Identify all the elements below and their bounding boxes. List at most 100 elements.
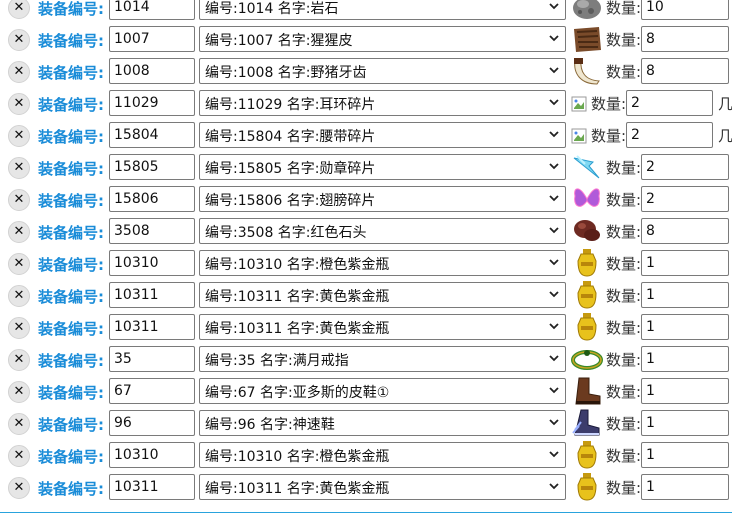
remove-row-button[interactable]: ✕ (8, 61, 30, 83)
equipment-id-input[interactable] (109, 26, 195, 52)
quantity-label: 数量: (606, 319, 642, 337)
equipment-select[interactable]: 编号:10310 名字:橙色紫金瓶 (199, 442, 566, 468)
chevron-down-icon (547, 319, 561, 333)
equipment-select[interactable]: 编号:35 名字:满月戒指 (199, 346, 566, 372)
equipment-id-input[interactable] (109, 346, 195, 372)
equipment-select[interactable]: 编号:96 名字:神速鞋 (199, 410, 566, 436)
remove-row-button[interactable]: ✕ (8, 285, 30, 307)
equipment-select[interactable]: 编号:10311 名字:黄色紫金瓶 (199, 314, 566, 340)
equipment-id-input[interactable] (109, 218, 195, 244)
equipment-select[interactable]: 编号:3508 名字:红色石头 (199, 218, 566, 244)
remove-row-button[interactable]: ✕ (8, 157, 30, 179)
equipment-select-value: 编号:3508 名字:红色石头 (205, 225, 367, 241)
equipment-select[interactable]: 编号:10310 名字:橙色紫金瓶 (199, 250, 566, 276)
quantity-input[interactable] (626, 90, 713, 116)
remove-row-button[interactable]: ✕ (8, 253, 30, 275)
quantity-input[interactable] (641, 0, 729, 20)
equipment-select[interactable]: 编号:15806 名字:翅膀碎片 (199, 186, 566, 212)
equipment-select-value: 编号:10311 名字:黄色紫金瓶 (205, 321, 390, 337)
quantity-label: 数量: (606, 31, 642, 49)
equipment-id-label: 装备编号: (38, 384, 104, 402)
quantity-input[interactable] (641, 282, 729, 308)
equipment-id-input[interactable] (109, 474, 195, 500)
chevron-down-icon (547, 255, 561, 269)
quantity-input[interactable] (641, 250, 729, 276)
equipment-id-label: 装备编号: (38, 256, 104, 274)
equipment-id-label: 装备编号: (38, 224, 104, 242)
equipment-id-input[interactable] (109, 282, 195, 308)
remove-row-button[interactable]: ✕ (8, 125, 30, 147)
remove-row-button[interactable]: ✕ (8, 445, 30, 467)
equipment-id-input[interactable] (109, 58, 195, 84)
quantity-input[interactable] (641, 154, 729, 180)
equipment-select[interactable]: 编号:1014 名字:岩石 (199, 0, 566, 20)
equipment-id-input[interactable] (109, 154, 195, 180)
equipment-id-input[interactable] (109, 0, 195, 20)
chevron-down-icon (547, 223, 561, 237)
quantity-input[interactable] (641, 378, 729, 404)
remove-row-button[interactable]: ✕ (8, 317, 30, 339)
broken-image-icon (571, 96, 587, 112)
equipment-select[interactable]: 编号:11029 名字:耳环碎片 (199, 90, 566, 116)
equipment-row: ✕ 装备编号: 编号:1014 名字:岩石 数量: (0, 0, 732, 21)
quantity-label: 数量: (606, 223, 642, 241)
remove-row-button[interactable]: ✕ (8, 0, 30, 19)
equipment-id-input[interactable] (109, 250, 195, 276)
quantity-input[interactable] (641, 442, 729, 468)
quantity-label: 数量: (606, 351, 642, 369)
remove-row-button[interactable]: ✕ (8, 221, 30, 243)
equipment-select[interactable]: 编号:15805 名字:勋章碎片 (199, 154, 566, 180)
equipment-id-input[interactable] (109, 122, 195, 148)
equipment-id-input[interactable] (109, 378, 195, 404)
equipment-select[interactable]: 编号:67 名字:亚多斯的皮鞋① (199, 378, 566, 404)
remove-row-button[interactable]: ✕ (8, 189, 30, 211)
remove-row-button[interactable]: ✕ (8, 349, 30, 371)
quantity-suffix: 几 (718, 95, 732, 113)
equipment-row: ✕ 装备编号: 编号:15804 名字:腰带碎片 数量: 几 (0, 117, 732, 149)
ring-icon (571, 344, 603, 374)
equipment-select[interactable]: 编号:1008 名字:野猪牙齿 (199, 58, 566, 84)
equipment-select-value: 编号:35 名字:满月戒指 (205, 353, 349, 369)
quantity-input[interactable] (641, 58, 729, 84)
equipment-select-value: 编号:15804 名字:腰带碎片 (205, 129, 376, 145)
gold-vase-icon (571, 280, 603, 310)
broken-image-icon (571, 128, 587, 144)
equipment-id-label: 装备编号: (38, 448, 104, 466)
chevron-down-icon (547, 31, 561, 45)
chevron-down-icon (547, 159, 561, 173)
quantity-input[interactable] (641, 314, 729, 340)
equipment-select[interactable]: 编号:10311 名字:黄色紫金瓶 (199, 474, 566, 500)
equipment-select[interactable]: 编号:15804 名字:腰带碎片 (199, 122, 566, 148)
equipment-row: ✕ 装备编号: 编号:10310 名字:橙色紫金瓶 数量: (0, 245, 732, 277)
quantity-label: 数量: (606, 383, 642, 401)
remove-row-button[interactable]: ✕ (8, 477, 30, 499)
equipment-id-input[interactable] (109, 186, 195, 212)
quantity-input[interactable] (626, 122, 713, 148)
equipment-id-input[interactable] (109, 90, 195, 116)
equipment-select[interactable]: 编号:1007 名字:猩猩皮 (199, 26, 566, 52)
gold-vase-icon (571, 312, 603, 342)
equipment-id-input[interactable] (109, 314, 195, 340)
speed-shoe-icon (571, 408, 603, 438)
equipment-select-value: 编号:10311 名字:黄色紫金瓶 (205, 289, 390, 305)
quantity-input[interactable] (641, 474, 729, 500)
quantity-input[interactable] (641, 410, 729, 436)
remove-row-button[interactable]: ✕ (8, 93, 30, 115)
chevron-down-icon (547, 95, 561, 109)
quantity-input[interactable] (641, 218, 729, 244)
quantity-input[interactable] (641, 26, 729, 52)
equipment-id-input[interactable] (109, 410, 195, 436)
quantity-input[interactable] (641, 186, 729, 212)
remove-row-button[interactable]: ✕ (8, 413, 30, 435)
quantity-input[interactable] (641, 346, 729, 372)
chevron-down-icon (547, 0, 561, 13)
equipment-id-input[interactable] (109, 442, 195, 468)
equipment-row: ✕ 装备编号: 编号:96 名字:神速鞋 数量: (0, 405, 732, 437)
equipment-select-value: 编号:1007 名字:猩猩皮 (205, 33, 353, 49)
remove-row-button[interactable]: ✕ (8, 381, 30, 403)
quantity-label: 数量: (606, 159, 642, 177)
quantity-label: 数量: (606, 287, 642, 305)
equipment-select[interactable]: 编号:10311 名字:黄色紫金瓶 (199, 282, 566, 308)
remove-row-button[interactable]: ✕ (8, 29, 30, 51)
chevron-down-icon (547, 383, 561, 397)
